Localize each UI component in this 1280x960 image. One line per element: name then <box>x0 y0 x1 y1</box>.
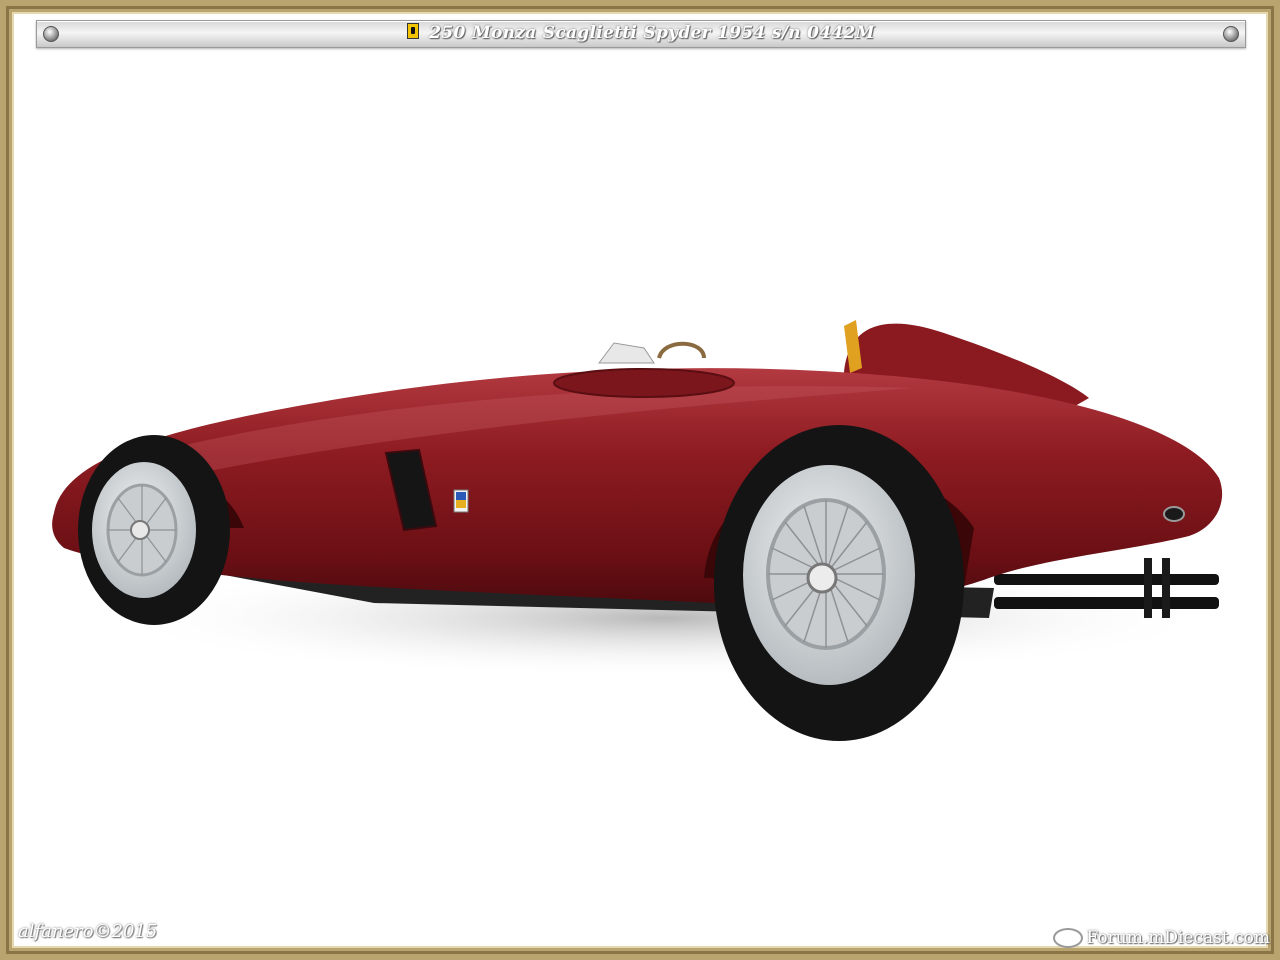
photographer-signature: alfanero©2015 <box>18 921 158 942</box>
title-bar: 250 Monza Scaglietti Spyder 1954 s/n 044… <box>36 20 1246 48</box>
prancing-horse-icon <box>407 23 420 39</box>
photo-title: 250 Monza Scaglietti Spyder 1954 s/n 044… <box>37 23 1245 43</box>
watermark-text: Forum.mDiecast.com <box>1086 928 1270 948</box>
rear-wheel <box>714 425 964 741</box>
windscreen <box>598 342 655 364</box>
scaglietti-badge <box>453 489 469 513</box>
cockpit-cover <box>553 368 735 398</box>
site-watermark: Forum.mDiecast.com <box>1052 928 1270 948</box>
front-wheel <box>78 435 230 625</box>
forum-logo-icon <box>1052 928 1083 948</box>
steering-wheel <box>657 341 706 359</box>
car-photo <box>52 320 1224 741</box>
bolt-icon <box>1223 26 1239 42</box>
tail-light <box>1163 506 1185 522</box>
photo-title-text: 250 Monza Scaglietti Spyder 1954 s/n 044… <box>429 23 875 43</box>
